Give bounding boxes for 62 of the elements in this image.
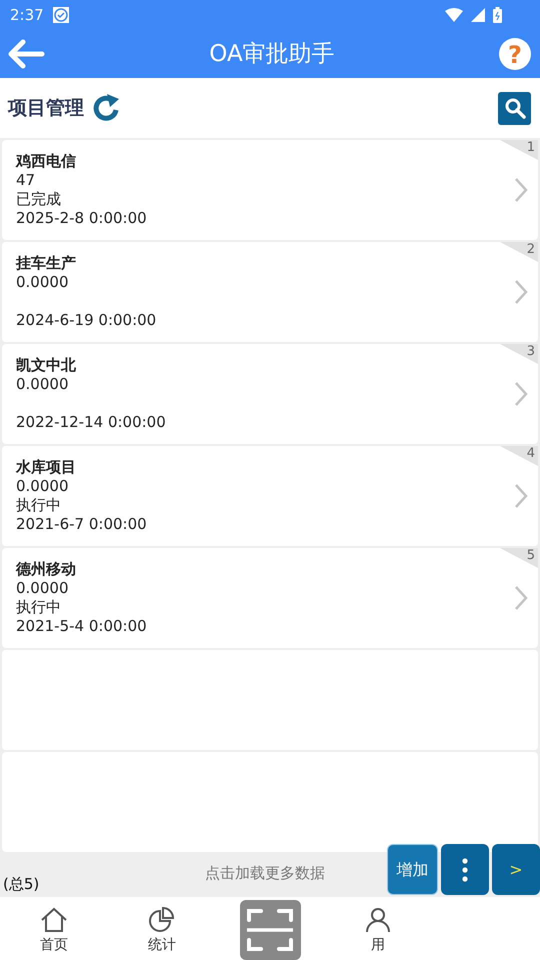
chevron-right-icon: [514, 381, 528, 407]
project-name: 德州移动: [16, 560, 77, 579]
corner-tab: [500, 446, 538, 466]
project-amount: 0.0000: [16, 273, 70, 292]
row-number: 3: [526, 344, 535, 359]
row-number: 5: [526, 548, 535, 563]
nav-tab[interactable]: 统计: [108, 897, 216, 960]
chevron-right-icon: [514, 177, 528, 203]
app-title: OA审批助手: [209, 40, 335, 69]
total-count: (总5): [3, 874, 40, 895]
row-number: 4: [526, 446, 535, 461]
project-status: 执行中: [16, 496, 62, 515]
check-icon: [52, 6, 70, 24]
row-number: 1: [526, 140, 535, 155]
corner-tab: [500, 344, 538, 364]
project-name: 鸡西电信: [16, 152, 77, 171]
chevron-right-icon: [514, 483, 528, 509]
nav-tab[interactable]: 用: [324, 897, 432, 960]
project-card[interactable]: 鸡西电信 47 已完成 2025-2-8 0:00:00 1: [2, 140, 538, 240]
project-status: 执行中: [16, 598, 62, 617]
more-icon: [462, 858, 468, 882]
corner-tab: [500, 242, 538, 262]
corner-tab: [500, 548, 538, 568]
add-button[interactable]: 增加: [387, 844, 438, 895]
project-name: 挂车生产: [16, 254, 77, 273]
more-button[interactable]: [441, 844, 489, 895]
wifi-icon: [445, 8, 463, 22]
nav-tab[interactable]: 首页: [0, 897, 108, 960]
project-amount: 0.0000: [16, 477, 70, 496]
next-button[interactable]: >: [492, 844, 540, 895]
project-name: 凯文中北: [16, 356, 77, 375]
chevron-right-icon: [514, 279, 528, 305]
battery-icon: [493, 7, 502, 23]
pie-chart-icon: [148, 907, 176, 933]
scan-icon: [246, 906, 294, 954]
load-more-link[interactable]: 点击加载更多数据: [205, 862, 325, 884]
project-amount: 0.0000: [16, 579, 70, 598]
project-name: 水库项目: [16, 458, 77, 477]
chevron-right-icon: [514, 585, 528, 611]
signal-icon: [471, 8, 485, 22]
project-card[interactable]: 凯文中北 0.0000 2022-12-14 0:00:00 3: [2, 344, 538, 444]
project-amount: 0.0000: [16, 375, 70, 394]
project-date: 2021-6-7 0:00:00: [16, 515, 148, 534]
project-status: 已完成: [16, 190, 62, 209]
project-amount: 47: [16, 171, 36, 190]
project-date: 2025-2-8 0:00:00: [16, 209, 148, 228]
project-date: 2021-5-4 0:00:00: [16, 617, 148, 636]
project-card[interactable]: 德州移动 0.0000 执行中 2021-5-4 0:00:00 5: [2, 548, 538, 648]
project-card[interactable]: 水库项目 0.0000 执行中 2021-6-7 0:00:00 4: [2, 446, 538, 546]
user-icon: [364, 907, 392, 933]
project-date: 2022-12-14 0:00:00: [16, 413, 167, 432]
row-number: 2: [526, 242, 535, 257]
home-icon: [40, 907, 68, 933]
search-icon: [504, 97, 526, 119]
corner-tab: [500, 140, 538, 160]
scan-button[interactable]: [240, 900, 300, 960]
back-arrow-icon[interactable]: [6, 38, 46, 70]
project-date: 2024-6-19 0:00:00: [16, 311, 158, 330]
section-title: 项目管理: [8, 96, 84, 121]
search-button[interactable]: [498, 92, 531, 124]
clock: 2:37: [10, 4, 44, 26]
project-card[interactable]: 挂车生产 0.0000 2024-6-19 0:00:00 2: [2, 242, 538, 342]
